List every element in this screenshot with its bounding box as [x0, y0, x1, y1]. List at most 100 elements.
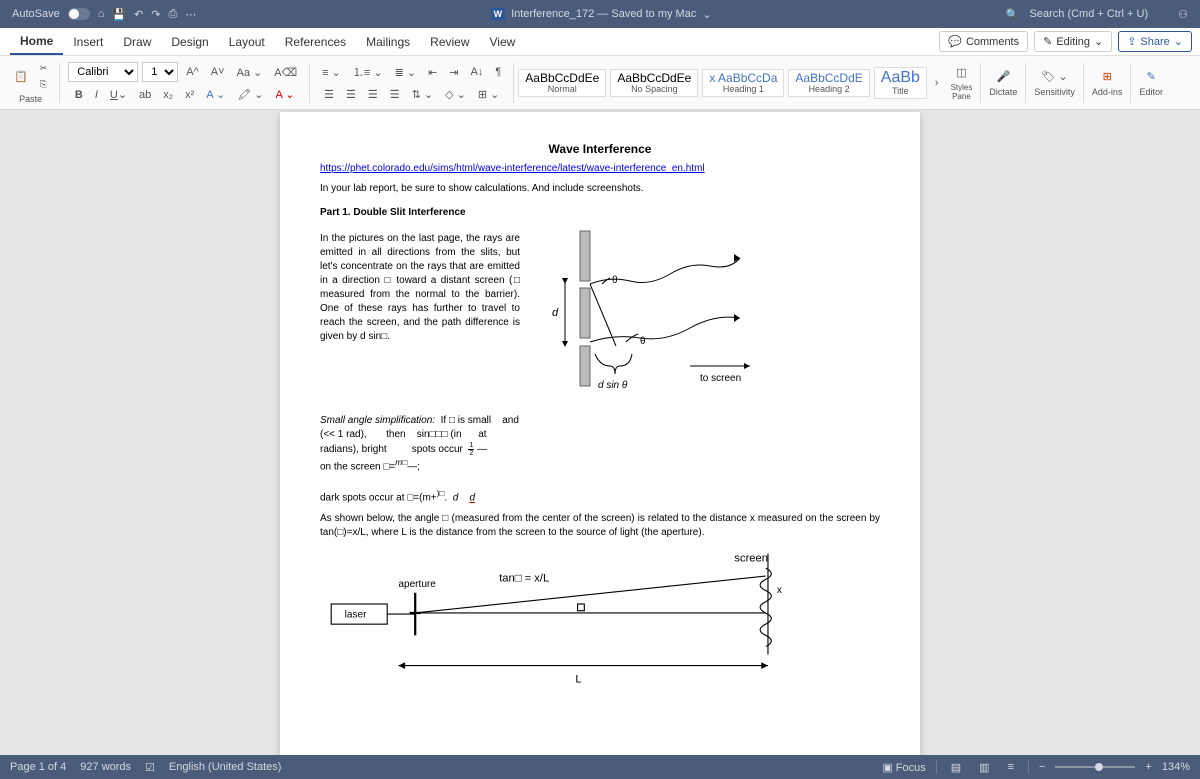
word-icon: W [491, 8, 506, 20]
svg-text:laser: laser [345, 609, 367, 620]
change-case-icon[interactable]: Aa ⌄ [233, 64, 267, 81]
superscript-button[interactable]: x² [181, 87, 198, 103]
paste-label: Paste [19, 94, 42, 104]
sort-icon[interactable]: A↓ [467, 64, 488, 80]
dictate-label: Dictate [989, 87, 1017, 97]
tab-insert[interactable]: Insert [63, 28, 113, 55]
borders-icon[interactable]: ⊞ ⌄ [474, 86, 504, 103]
tab-layout[interactable]: Layout [219, 28, 275, 55]
focus-mode[interactable]: ▣ Focus [882, 761, 925, 774]
bullets-icon[interactable]: ≡ ⌄ [318, 64, 345, 81]
tab-review[interactable]: Review [420, 28, 479, 55]
style-normal[interactable]: AaBbCcDdEeNormal [518, 69, 606, 97]
tab-draw[interactable]: Draw [113, 28, 161, 55]
comments-button[interactable]: 💬 Comments [939, 31, 1028, 52]
document-title[interactable]: Interference_172 — Saved to my Mac [511, 8, 696, 20]
indent-icon[interactable]: ⇥ [445, 64, 462, 81]
svg-text:aperture: aperture [398, 579, 436, 590]
save-icon[interactable]: 💾 [112, 8, 126, 21]
tab-design[interactable]: Design [161, 28, 218, 55]
align-right-icon[interactable]: ☰ [364, 86, 382, 103]
styles-pane-icon[interactable]: ◫ [952, 64, 970, 81]
search-label[interactable]: Search (Cmd + Ctrl + U) [1030, 8, 1149, 20]
title-bar: AutoSave ⌂ 💾 ↶ ↷ ⎙ ⋯ W Interference_172 … [0, 0, 1200, 28]
cut-icon[interactable]: ✂ [36, 61, 52, 76]
font-family-select[interactable]: Calibri [68, 62, 138, 82]
customize-icon[interactable]: ⋯ [185, 8, 196, 21]
subscript-button[interactable]: x₂ [159, 87, 177, 103]
sensitivity-label: Sensitivity [1034, 87, 1075, 97]
small-angle-block: Small angle simplification: If □ is smal… [320, 414, 880, 506]
grow-font-icon[interactable]: A^ [182, 64, 203, 80]
copy-icon[interactable]: ⎘ [36, 77, 52, 92]
bold-button[interactable]: B [71, 87, 87, 103]
doc-link[interactable]: https://phet.colorado.edu/sims/html/wave… [320, 163, 705, 174]
status-bar: Page 1 of 4 927 words ☑ English (United … [0, 755, 1200, 779]
shrink-font-icon[interactable]: A˅ [207, 64, 229, 80]
autosave-label: AutoSave [12, 8, 60, 20]
zoom-slider[interactable] [1055, 766, 1135, 768]
svg-text:d sin θ: d sin θ [598, 380, 628, 391]
share-top-icon[interactable]: ⚇ [1178, 8, 1188, 21]
styles-more-icon[interactable]: › [931, 75, 943, 91]
svg-text:L: L [575, 673, 581, 685]
shading-icon[interactable]: ◇ ⌄ [441, 86, 470, 103]
undo-icon[interactable]: ↶ [134, 8, 143, 21]
dictate-icon[interactable]: 🎤 [993, 68, 1015, 85]
svg-text:to screen: to screen [700, 373, 741, 384]
tab-view[interactable]: View [480, 28, 526, 55]
editing-button[interactable]: ✎ Editing ⌄ [1034, 31, 1112, 52]
spell-check-icon[interactable]: ☑ [145, 761, 155, 774]
editor-icon[interactable]: ✎ [1143, 68, 1160, 85]
para2: As shown below, the angle □ (measured fr… [320, 512, 880, 540]
numbering-icon[interactable]: ⒈≡ ⌄ [349, 62, 387, 82]
italic-button[interactable]: I [91, 87, 102, 103]
outdent-icon[interactable]: ⇤ [424, 64, 441, 81]
addins-icon[interactable]: ⊞ [1099, 68, 1116, 85]
font-color-icon[interactable]: A ⌄ [272, 86, 299, 103]
font-size-select[interactable]: 11 [142, 62, 178, 82]
redo-icon[interactable]: ↷ [151, 8, 160, 21]
clear-format-icon[interactable]: A⌫ [270, 64, 301, 81]
share-button[interactable]: ⇪ Share ⌄ [1118, 31, 1192, 52]
underline-button[interactable]: U ⌄ [106, 86, 131, 103]
ribbon-tabs: Home Insert Draw Design Layout Reference… [0, 28, 1200, 56]
tab-references[interactable]: References [275, 28, 356, 55]
sensitivity-icon[interactable]: 🏷 ⌄ [1038, 68, 1072, 85]
zoom-out-icon[interactable]: − [1039, 761, 1045, 773]
language[interactable]: English (United States) [169, 761, 282, 773]
style-title[interactable]: AaBbTitle [874, 67, 927, 99]
style-heading2[interactable]: AaBbCcDdEHeading 2 [788, 69, 869, 97]
text-effects-icon[interactable]: A ⌄ [202, 86, 229, 103]
highlight-icon[interactable]: 🖍 ⌄ [233, 86, 267, 103]
home-icon[interactable]: ⌂ [98, 8, 105, 20]
zoom-in-icon[interactable]: + [1145, 761, 1151, 773]
title-chevron-icon[interactable]: ⌄ [702, 8, 711, 21]
tab-home[interactable]: Home [10, 28, 63, 55]
style-heading1[interactable]: x AaBbCcDaHeading 1 [702, 69, 784, 97]
svg-text:x: x [777, 585, 782, 596]
align-center-icon[interactable]: ☰ [342, 86, 360, 103]
search-icon[interactable]: 🔍 [1006, 8, 1020, 21]
view-print-icon[interactable]: ▤ [947, 759, 965, 776]
tab-mailings[interactable]: Mailings [356, 28, 420, 55]
page-count[interactable]: Page 1 of 4 [10, 761, 66, 773]
view-read-icon[interactable]: ≡ [1004, 759, 1018, 775]
svg-text:tan□ = x/L: tan□ = x/L [499, 572, 549, 584]
autosave-toggle[interactable] [68, 8, 90, 20]
doc-title: Wave Interference [320, 142, 880, 156]
style-nospacing[interactable]: AaBbCcDdEeNo Spacing [610, 69, 698, 97]
print-icon[interactable]: ⎙ [169, 8, 178, 21]
line-spacing-icon[interactable]: ⇅ ⌄ [408, 86, 438, 103]
zoom-level[interactable]: 134% [1162, 761, 1190, 773]
align-justify-icon[interactable]: ☰ [386, 86, 404, 103]
strike-button[interactable]: ab [135, 87, 155, 103]
page[interactable]: Wave Interference https://phet.colorado.… [280, 112, 920, 755]
paste-icon[interactable]: 📋 [10, 68, 32, 85]
word-count[interactable]: 927 words [80, 761, 131, 773]
align-left-icon[interactable]: ☰ [320, 86, 338, 103]
show-marks-icon[interactable]: ¶ [491, 64, 505, 80]
svg-text:θ: θ [640, 336, 646, 347]
multilevel-icon[interactable]: ≣ ⌄ [391, 64, 421, 81]
view-web-icon[interactable]: ▥ [975, 759, 993, 776]
